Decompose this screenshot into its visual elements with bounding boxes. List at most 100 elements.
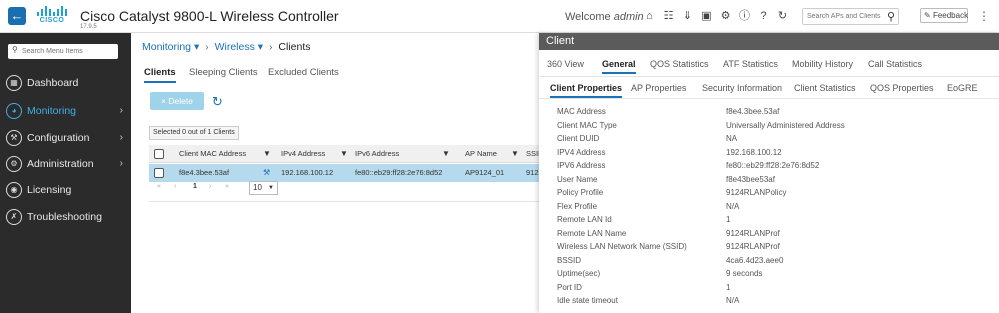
property-row: User Name f8e43bee53af: [557, 174, 775, 184]
tab-general[interactable]: General: [602, 59, 636, 74]
current-page[interactable]: 1: [193, 183, 197, 190]
welcome-text: Welcome admin: [565, 11, 644, 23]
tools-icon: ✗: [6, 209, 22, 225]
tab-security-information[interactable]: Security Information: [702, 83, 782, 93]
column-header[interactable]: Client MAC Address: [179, 145, 246, 163]
select-all-checkbox[interactable]: [154, 149, 164, 159]
property-row: Policy Profile 9124RLANPolicy: [557, 188, 787, 197]
licensing-icon: ◉: [6, 182, 22, 198]
gear-icon: ⚙: [6, 156, 22, 172]
filter-icon[interactable]: ▼: [442, 149, 450, 158]
tab-excluded-clients[interactable]: Excluded Clients: [268, 67, 339, 78]
tab-client-properties[interactable]: Client Properties: [550, 83, 623, 98]
dashboard-icon: ▦: [6, 75, 22, 91]
filter-icon[interactable]: ▼: [511, 149, 519, 158]
prev-page-icon[interactable]: ‹: [174, 183, 176, 190]
tab-qos-statistics[interactable]: QOS Statistics: [650, 59, 709, 69]
property-row: BSSID 4ca6.4d23.aee0: [557, 255, 784, 265]
chevron-right-icon: ›: [119, 132, 123, 143]
tab-eogre[interactable]: EoGRE: [947, 83, 978, 93]
property-row: IPV6 Address fe80::eb29:ff28:2e76:8d52: [557, 161, 820, 170]
breadcrumb: Monitoring ▾ › Wireless ▾ › Clients: [142, 41, 311, 53]
first-page-icon[interactable]: «: [157, 183, 161, 190]
chevron-right-icon: ›: [119, 158, 123, 169]
property-row: Uptime(sec) 9 seconds: [557, 269, 763, 278]
delete-button[interactable]: × Delete: [150, 92, 204, 110]
sidebar: ⚲ ▦ Dashboard ◕ Monitoring › ⚒ Configura…: [0, 33, 131, 313]
tab-qos-properties[interactable]: QOS Properties: [870, 83, 934, 93]
save-icon[interactable]: ▣: [700, 9, 713, 23]
property-row: Client MAC Type Universally Administered …: [557, 120, 845, 130]
last-page-icon[interactable]: »: [225, 183, 229, 190]
top-bar: ← CISCO Cisco Catalyst 9800-L Wireless C…: [0, 0, 999, 33]
property-row: Wireless LAN Network Name (SSID) 9124RLAN…: [557, 242, 780, 251]
feedback-button[interactable]: ✎ Feedback: [920, 8, 968, 23]
search-icon: ⚲: [12, 45, 18, 54]
panel-title: Client: [539, 33, 999, 50]
help-icon[interactable]: ?: [757, 9, 770, 23]
panel-subtabs: Client Properties AP Properties Security…: [539, 80, 999, 99]
property-row: Flex Profile N/A: [557, 201, 740, 211]
column-header[interactable]: IPv4 Address: [281, 145, 325, 163]
chevron-down-icon: ▼: [268, 185, 274, 191]
app-version: 17.9.5: [80, 24, 97, 30]
cisco-logo: CISCO: [36, 6, 68, 28]
sidebar-item-administration[interactable]: ⚙ Administration ›: [0, 152, 131, 176]
refresh-icon[interactable]: ↻: [776, 9, 789, 23]
home-icon[interactable]: ⌂: [643, 9, 656, 23]
sidebar-item-troubleshooting[interactable]: ✗ Troubleshooting: [0, 205, 131, 229]
monitoring-icon: ◕: [6, 103, 22, 119]
client-detail-panel: Client 360 View General QOS Statistics A…: [539, 33, 999, 313]
table-header: Client MAC Address ▼ IPv4 Address ▼ IPv6…: [149, 145, 544, 163]
cell-mac[interactable]: f8e4.3bee.53af: [179, 164, 229, 182]
download-icon[interactable]: ⇓: [681, 9, 694, 23]
refresh-icon[interactable]: ↻: [212, 94, 223, 110]
tab-sleeping-clients[interactable]: Sleeping Clients: [189, 67, 258, 78]
tab-360-view[interactable]: 360 View: [547, 59, 584, 69]
sidebar-item-configuration[interactable]: ⚒ Configuration ›: [0, 126, 131, 150]
filter-icon[interactable]: ▼: [263, 149, 271, 158]
info-icon[interactable]: ⓘ: [738, 9, 751, 23]
search-icon[interactable]: ⚲: [887, 10, 895, 23]
sidebar-item-dashboard[interactable]: ▦ Dashboard: [0, 71, 131, 95]
breadcrumb-monitoring[interactable]: Monitoring ▾: [142, 41, 199, 53]
more-options-icon[interactable]: ⋮: [976, 8, 992, 24]
selection-count: Selected 0 out of 1 Clients: [149, 126, 239, 140]
next-page-icon[interactable]: ›: [209, 183, 211, 190]
cell-ipv4: 192.168.100.12: [281, 168, 334, 177]
wireless-icon[interactable]: ☷: [662, 9, 675, 23]
property-row: Client DUID NA: [557, 134, 738, 143]
panel-tabs: 360 View General QOS Statistics ATF Stat…: [539, 57, 999, 77]
tab-mobility-history[interactable]: Mobility History: [792, 59, 853, 69]
wrench-icon[interactable]: ⚒: [263, 168, 270, 177]
table-row[interactable]: f8e4.3bee.53af ⚒ 192.168.100.12 fe80::eb…: [149, 164, 540, 182]
sidebar-item-licensing[interactable]: ◉ Licensing: [0, 178, 131, 202]
menu-search-input[interactable]: [22, 45, 114, 58]
property-row: Port ID 1: [557, 282, 731, 292]
back-arrow-icon[interactable]: ←: [8, 7, 26, 25]
property-row: Remote LAN Name 9124RLANProf: [557, 228, 780, 238]
breadcrumb-clients: Clients: [278, 41, 311, 53]
chevron-right-icon: ›: [119, 105, 123, 116]
menu-search[interactable]: ⚲: [8, 44, 118, 59]
column-header[interactable]: IPv6 Address: [355, 145, 399, 163]
tab-atf-statistics[interactable]: ATF Statistics: [723, 59, 778, 69]
tab-ap-properties[interactable]: AP Properties: [631, 83, 686, 93]
page-size-select[interactable]: 10 ▼: [249, 181, 278, 195]
property-row: Idle state timeout N/A: [557, 296, 740, 305]
close-icon: ×: [161, 96, 166, 106]
sidebar-item-monitoring[interactable]: ◕ Monitoring ›: [0, 99, 131, 123]
column-header[interactable]: AP Name: [465, 145, 497, 163]
breadcrumb-wireless[interactable]: Wireless ▾: [215, 41, 263, 53]
ap-client-search[interactable]: ⚲: [802, 8, 899, 25]
app-title: Cisco Catalyst 9800-L Wireless Controlle…: [80, 8, 339, 24]
row-checkbox[interactable]: [154, 168, 164, 178]
cell-ssid: 912: [526, 168, 539, 177]
gear-icon[interactable]: ⚙: [719, 9, 732, 23]
tab-client-statistics[interactable]: Client Statistics: [794, 83, 856, 93]
cell-ap-name: AP9124_01: [465, 168, 505, 177]
tab-call-statistics[interactable]: Call Statistics: [868, 59, 922, 69]
tab-clients[interactable]: Clients: [144, 67, 176, 83]
filter-icon[interactable]: ▼: [340, 149, 348, 158]
ap-client-search-input[interactable]: [803, 9, 883, 24]
